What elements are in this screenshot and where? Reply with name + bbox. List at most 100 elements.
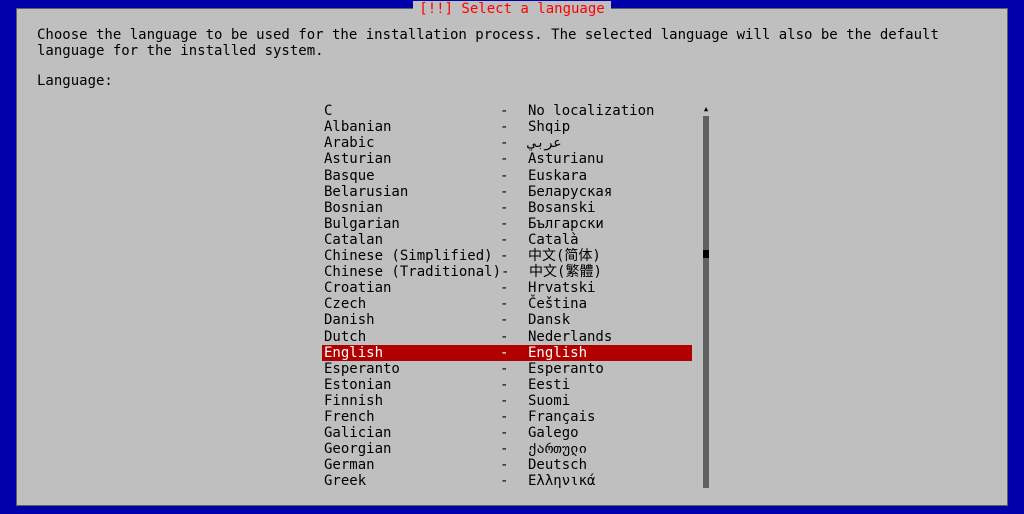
language-name: Bulgarian <box>322 216 500 232</box>
language-name: Czech <box>322 296 500 312</box>
language-name: Estonian <box>322 377 500 393</box>
language-row[interactable]: Estonian-Eesti <box>322 377 692 393</box>
language-native: Asturianu <box>528 151 692 167</box>
dash-separator: - <box>500 441 528 457</box>
dash-separator: - <box>500 200 528 216</box>
language-row[interactable]: Bosnian-Bosanski <box>322 200 692 216</box>
language-name: Georgian <box>322 441 500 457</box>
language-row[interactable]: Arabic-عربي <box>322 135 692 151</box>
scrollbar[interactable]: ▴ <box>702 103 710 489</box>
language-native: Shqip <box>528 119 692 135</box>
dash-separator: - <box>500 393 528 409</box>
dash-separator: - <box>500 151 528 167</box>
language-row[interactable]: Bulgarian-Български <box>322 216 692 232</box>
dash-separator: - <box>500 168 528 184</box>
language-native: Nederlands <box>528 329 692 345</box>
language-native: Deutsch <box>528 457 692 473</box>
language-row[interactable]: Georgian-ქართული <box>322 441 692 457</box>
language-row[interactable]: English-English <box>322 345 692 361</box>
language-row[interactable]: Danish-Dansk <box>322 312 692 328</box>
language-name: Chinese (Simplified) <box>322 248 500 264</box>
language-native: No localization <box>528 103 692 119</box>
language-name: German <box>322 457 500 473</box>
dash-separator: - <box>500 119 528 135</box>
language-row[interactable]: C-No localization <box>322 103 692 119</box>
language-native: English <box>528 345 692 361</box>
language-name: Basque <box>322 168 500 184</box>
dash-separator: - <box>500 248 528 264</box>
language-row[interactable]: Basque-Euskara <box>322 168 692 184</box>
dialog-title: [!!] Select a language <box>413 1 610 17</box>
dash-separator: - <box>500 457 528 473</box>
language-row[interactable]: Asturian-Asturianu <box>322 151 692 167</box>
dash-separator: - <box>500 135 528 151</box>
language-native: 中文(简体) <box>528 248 692 264</box>
language-row[interactable]: Catalan-Català <box>322 232 692 248</box>
language-row[interactable]: Albanian-Shqip <box>322 119 692 135</box>
dash-separator: - <box>500 361 528 377</box>
language-row[interactable]: Czech-Čeština <box>322 296 692 312</box>
language-list[interactable]: C-No localizationAlbanian-ShqipArabic-عر… <box>322 103 692 489</box>
language-name: Danish <box>322 312 500 328</box>
dialog-content: Choose the language to be used for the i… <box>17 9 1007 490</box>
language-native: Eesti <box>528 377 692 393</box>
scroll-up-arrow-icon[interactable]: ▴ <box>703 103 710 114</box>
language-native: Suomi <box>528 393 692 409</box>
language-row[interactable]: French-Français <box>322 409 692 425</box>
language-name: Catalan <box>322 232 500 248</box>
dialog-title-row: [!!] Select a language <box>17 1 1007 17</box>
language-native: Čeština <box>528 296 692 312</box>
language-name: Esperanto <box>322 361 500 377</box>
language-row[interactable]: Croatian-Hrvatski <box>322 280 692 296</box>
language-row[interactable]: Chinese (Traditional)-中文(繁體) <box>322 264 692 280</box>
language-name: Finnish <box>322 393 500 409</box>
language-native: Català <box>528 232 692 248</box>
dash-separator: - <box>500 345 528 361</box>
scroll-track[interactable] <box>703 116 709 487</box>
language-native: Esperanto <box>528 361 692 377</box>
language-name: Chinese (Traditional) <box>322 264 501 280</box>
language-row[interactable]: Belarusian-Беларуская <box>322 184 692 200</box>
language-name: Greek <box>322 473 500 489</box>
dash-separator: - <box>500 473 528 489</box>
language-row[interactable]: Galician-Galego <box>322 425 692 441</box>
dash-separator: - <box>500 296 528 312</box>
language-name: English <box>322 345 500 361</box>
language-native: Беларуская <box>528 184 692 200</box>
language-row[interactable]: Finnish-Suomi <box>322 393 692 409</box>
dash-separator: - <box>500 312 528 328</box>
language-row[interactable]: German-Deutsch <box>322 457 692 473</box>
language-name: French <box>322 409 500 425</box>
language-native: Български <box>528 216 692 232</box>
dash-separator: - <box>501 264 529 280</box>
dash-separator: - <box>500 184 528 200</box>
dash-separator: - <box>500 232 528 248</box>
language-row[interactable]: Chinese (Simplified)-中文(简体) <box>322 248 692 264</box>
language-name: Belarusian <box>322 184 500 200</box>
language-name: Bosnian <box>322 200 500 216</box>
dash-separator: - <box>500 103 528 119</box>
language-native: Galego <box>528 425 692 441</box>
language-row[interactable]: Esperanto-Esperanto <box>322 361 692 377</box>
dash-separator: - <box>500 216 528 232</box>
language-native: 中文(繁體) <box>529 264 692 280</box>
language-name: C <box>322 103 500 119</box>
language-native: Bosanski <box>528 200 692 216</box>
language-list-area: C-No localizationAlbanian-ShqipArabic-عر… <box>37 103 987 489</box>
language-native: Français <box>528 409 692 425</box>
language-native: Euskara <box>528 168 692 184</box>
dash-separator: - <box>500 280 528 296</box>
language-name: Dutch <box>322 329 500 345</box>
scroll-thumb[interactable] <box>703 250 709 258</box>
dash-separator: - <box>500 425 528 441</box>
language-name: Arabic <box>322 135 500 151</box>
language-native: Dansk <box>528 312 692 328</box>
language-native: Ελληνικά <box>528 473 692 489</box>
language-name: Galician <box>322 425 500 441</box>
language-row[interactable]: Greek-Ελληνικά <box>322 473 692 489</box>
language-row[interactable]: Dutch-Nederlands <box>322 329 692 345</box>
language-name: Asturian <box>322 151 500 167</box>
dash-separator: - <box>500 409 528 425</box>
language-dialog: [!!] Select a language Choose the langua… <box>16 8 1008 506</box>
language-native: ქართული <box>528 441 692 457</box>
